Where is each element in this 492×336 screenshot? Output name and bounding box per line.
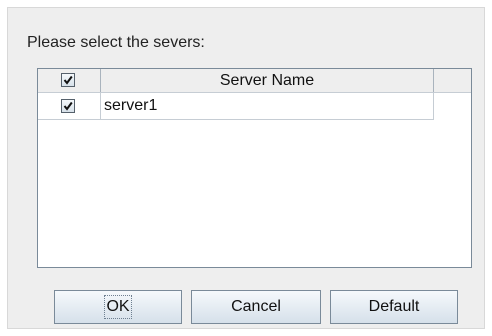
select-servers-dialog: Please select the severs: Server Name se…	[7, 7, 485, 329]
default-button[interactable]: Default	[330, 290, 458, 324]
checkmark-icon	[63, 75, 73, 85]
ok-button[interactable]: OK	[54, 290, 182, 324]
table-header: Server Name	[38, 69, 471, 93]
server-name-cell: server1	[101, 93, 434, 119]
ok-button-label: OK	[104, 295, 132, 319]
table-row[interactable]: server1	[38, 93, 434, 120]
row-select-cell	[38, 93, 101, 119]
checkmark-icon	[63, 101, 73, 111]
select-all-checkbox[interactable]	[61, 73, 75, 87]
server-table: Server Name server1	[37, 68, 472, 268]
cancel-button[interactable]: Cancel	[191, 290, 321, 324]
server-checkbox[interactable]	[61, 99, 75, 113]
header-select-all-cell	[38, 69, 101, 92]
header-filler	[434, 69, 471, 92]
header-server-name[interactable]: Server Name	[101, 69, 434, 92]
dialog-prompt: Please select the severs:	[27, 34, 205, 51]
